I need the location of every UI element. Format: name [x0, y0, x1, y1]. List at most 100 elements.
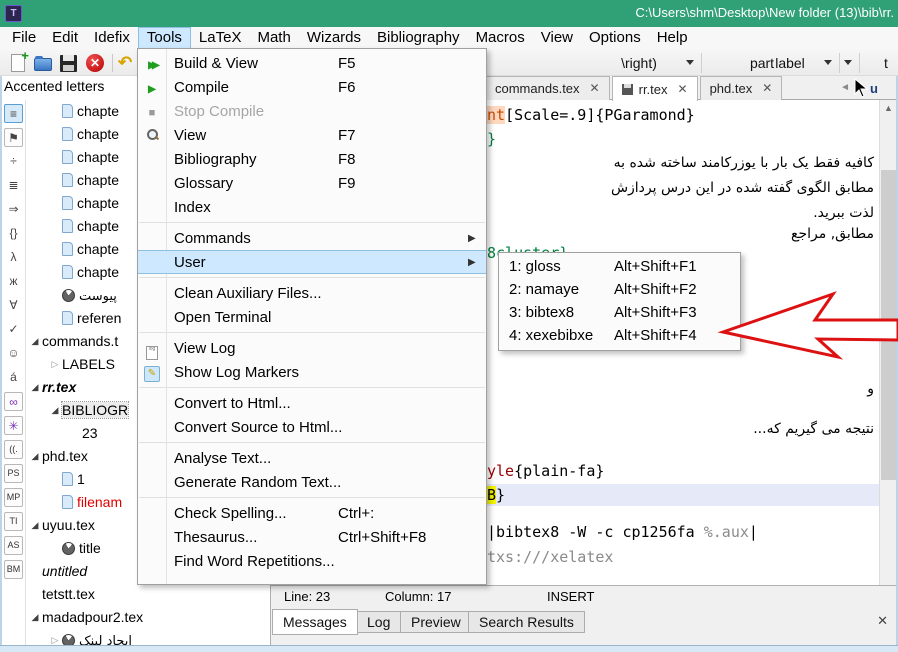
toolbar-combo-t[interactable]: t — [884, 53, 896, 73]
partial-tab-label[interactable]: u — [870, 81, 878, 96]
panel-tab-preview[interactable]: Preview — [400, 611, 472, 633]
menu-item-label: Compile — [166, 79, 338, 96]
tree-item-label: uyuu.tex — [42, 517, 95, 533]
misc-math-icon[interactable]: ✓ — [4, 320, 23, 339]
expand-icon[interactable]: ▷ — [48, 359, 62, 370]
menu-item-show-log-markers[interactable]: ✎Show Log Markers — [138, 360, 486, 384]
editor-tab-phd-tex[interactable]: phd.tex✕ — [700, 76, 783, 100]
menu-item-analyse-text[interactable]: Analyse Text... — [138, 446, 486, 470]
user-command-label: 1: gloss — [509, 258, 614, 275]
app-icon: T — [5, 5, 22, 22]
menubar-item-math[interactable]: Math — [249, 27, 298, 50]
current-line: B} — [485, 484, 879, 506]
tab-label: commands.tex — [495, 77, 580, 100]
structure-icon[interactable]: ≡ — [4, 104, 23, 123]
collapse-icon[interactable]: ◢ — [28, 451, 42, 462]
editor-tab-commands-tex[interactable]: commands.tex ✕ — [485, 76, 610, 100]
menu-item-glossary[interactable]: GlossaryF9 — [138, 171, 486, 195]
tree-item-madadpour2-tex[interactable]: ◢madadpour2.tex — [26, 606, 270, 628]
mp-panel-icon[interactable]: MP — [4, 488, 23, 507]
panel-tab-messages[interactable]: Messages — [272, 609, 358, 635]
tab-close-icon[interactable]: ✕ — [762, 77, 772, 100]
as-panel-icon[interactable]: AS — [4, 536, 23, 555]
menu-item-convert-source-to-html[interactable]: Convert Source to Html... — [138, 415, 486, 439]
tab-scroll-left-icon[interactable]: ◄ — [838, 79, 852, 97]
menubar-item-idefix[interactable]: Idefix — [86, 27, 138, 50]
menu-item-convert-to-html[interactable]: Convert to Html... — [138, 391, 486, 415]
tab-close-icon[interactable]: ✕ — [590, 77, 600, 100]
save-icon[interactable] — [60, 53, 80, 73]
toolbar-combo-right[interactable]: \right) — [596, 53, 698, 73]
marker-icon: ✎ — [138, 363, 166, 382]
tree-item-label: tetstt.tex — [42, 586, 95, 602]
menu-item-open-terminal[interactable]: Open Terminal — [138, 305, 486, 329]
toolbar-combo-label[interactable]: label — [740, 53, 856, 73]
menubar-item-help[interactable]: Help — [649, 27, 696, 50]
menubar-item-macros[interactable]: Macros — [468, 27, 533, 50]
new-file-icon[interactable] — [8, 53, 28, 73]
accented-letters-icon[interactable]: á — [4, 368, 23, 387]
menu-item-compile[interactable]: ▶CompileF6 — [138, 75, 486, 99]
menu-item-commands[interactable]: Commands▶ — [138, 226, 486, 250]
close-icon[interactable]: ✕ — [86, 53, 106, 73]
menu-item-label: Thesaurus... — [166, 529, 338, 546]
bookmark-icon[interactable]: ⚑ — [4, 128, 23, 147]
editor-tab-rr-tex[interactable]: rr.tex✕ — [612, 76, 698, 101]
menu-item-build-view[interactable]: ▶▶Build & ViewF5 — [138, 51, 486, 75]
delimiters-icon[interactable]: {} — [4, 224, 23, 243]
collapse-icon[interactable]: ◢ — [28, 382, 42, 393]
menu-item-check-spelling[interactable]: Check Spelling...Ctrl+: — [138, 501, 486, 525]
menu-item-bibliography[interactable]: BibliographyF8 — [138, 147, 486, 171]
window-titlebar[interactable]: T C:\Users\shm\Desktop\New folder (13)\b… — [0, 0, 898, 27]
tools-menu: ▶▶Build & ViewF5▶CompileF6■Stop CompileV… — [137, 48, 487, 585]
tab-close-icon[interactable]: ✕ — [678, 78, 688, 101]
collapse-icon[interactable]: ◢ — [28, 612, 42, 623]
tree-item-tetstt-tex[interactable]: tetstt.tex — [26, 583, 270, 605]
menubar-item-view[interactable]: View — [533, 27, 581, 50]
menu-item-view[interactable]: ViewF7 — [138, 123, 486, 147]
logic-icon[interactable]: ∀ — [4, 296, 23, 315]
asterisk-panel-icon[interactable]: ✳ — [4, 416, 23, 435]
tree-item-label: chapte — [77, 218, 119, 234]
cyrillic-icon[interactable]: ж — [4, 272, 23, 291]
menubar-item-tools[interactable]: Tools — [138, 27, 191, 50]
menu-item-clean-auxiliary-files[interactable]: Clean Auxiliary Files... — [138, 281, 486, 305]
misc-text-icon[interactable]: ☺ — [4, 344, 23, 363]
open-icon[interactable] — [34, 53, 54, 73]
menu-item-view-log[interactable]: logView Log — [138, 336, 486, 360]
menu-item-thesaurus[interactable]: Thesaurus...Ctrl+Shift+F8 — [138, 525, 486, 549]
brackets-panel-icon[interactable]: ((. — [4, 440, 23, 459]
greek-icon[interactable]: λ — [4, 248, 23, 267]
symbol-panel-header[interactable]: Accented letters — [4, 78, 104, 94]
ps-panel-icon[interactable]: PS — [4, 464, 23, 483]
menubar-item-bibliography[interactable]: Bibliography — [369, 27, 468, 50]
collapse-icon[interactable]: ◢ — [28, 336, 42, 347]
undo-icon[interactable]: ↶ — [118, 53, 138, 73]
relations-icon[interactable]: ≣ — [4, 176, 23, 195]
arrows-icon[interactable]: ⇒ — [4, 200, 23, 219]
tree-item-label-box: untitled — [42, 563, 87, 579]
bm-panel-icon[interactable]: BM — [4, 560, 23, 579]
infinity-panel-icon[interactable]: ∞ — [4, 392, 23, 411]
menu-item-find-word-repetitions[interactable]: Find Word Repetitions... — [138, 549, 486, 573]
undo-icon-glyph: ↶ — [118, 53, 138, 73]
panel-close-icon[interactable]: ✕ — [877, 613, 888, 629]
scroll-up-icon[interactable]: ▲ — [880, 100, 897, 117]
operators-icon[interactable]: ÷ — [4, 152, 23, 171]
code-segment: nt — [487, 106, 505, 124]
collapse-icon[interactable]: ◢ — [48, 405, 62, 416]
ti-panel-icon[interactable]: TI — [4, 512, 23, 531]
menu-item-generate-random-text[interactable]: Generate Random Text... — [138, 470, 486, 494]
code-segment: نتيجه می گيريم كه... — [753, 421, 874, 437]
menubar-item-latex[interactable]: LaTeX — [191, 27, 250, 50]
menubar-item-edit[interactable]: Edit — [44, 27, 86, 50]
menubar-item-options[interactable]: Options — [581, 27, 649, 50]
panel-tab-log[interactable]: Log — [356, 611, 401, 633]
menu-item-label: Index — [166, 199, 338, 216]
menubar-item-file[interactable]: File — [4, 27, 44, 50]
menu-item-index[interactable]: Index — [138, 195, 486, 219]
panel-tab-search-results[interactable]: Search Results — [468, 611, 585, 633]
menu-item-user[interactable]: User▶ — [138, 250, 486, 274]
collapse-icon[interactable]: ◢ — [28, 520, 42, 531]
menubar-item-wizards[interactable]: Wizards — [299, 27, 369, 50]
